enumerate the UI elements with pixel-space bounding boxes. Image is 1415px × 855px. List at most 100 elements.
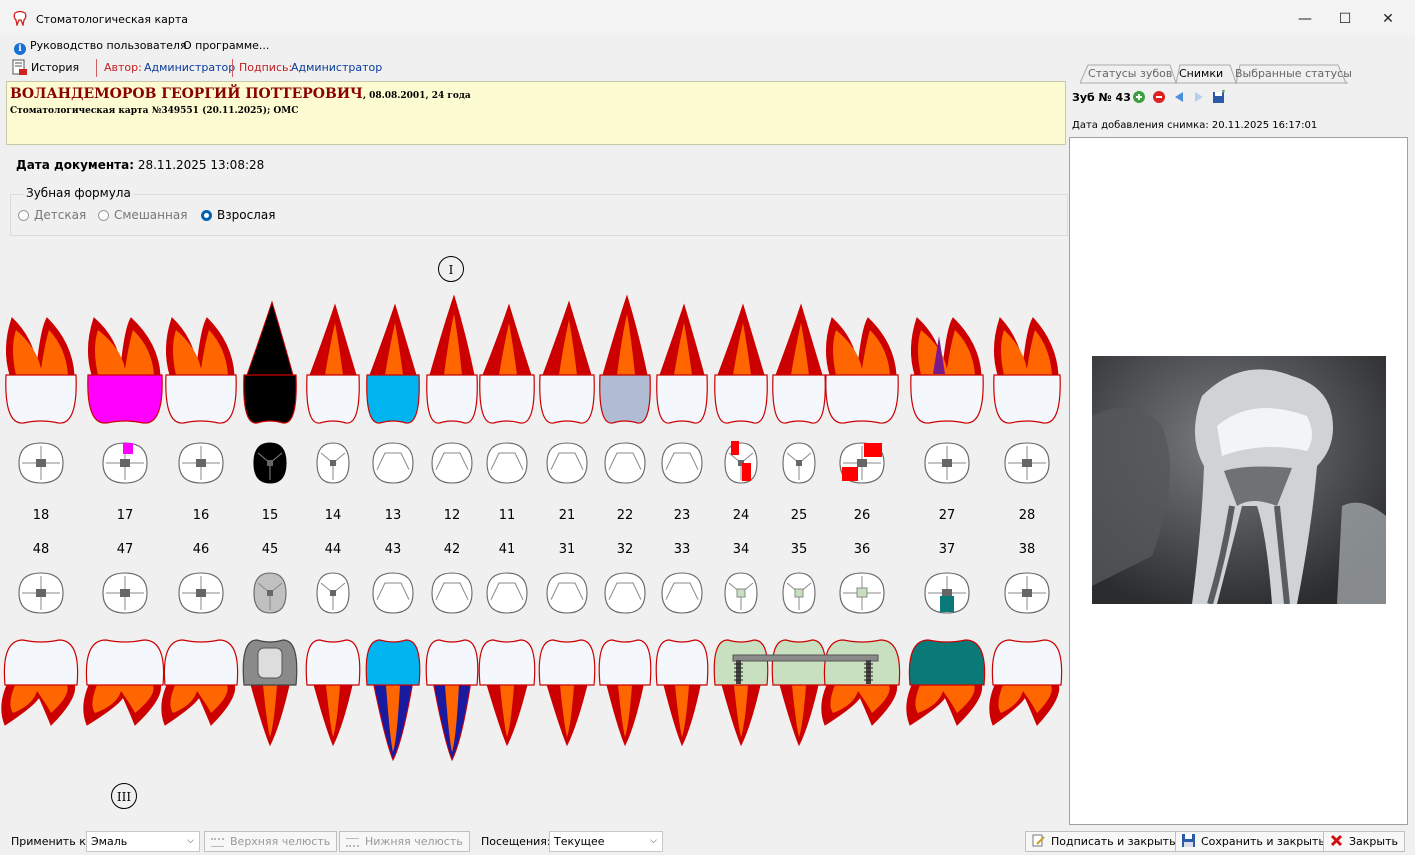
upper-tooth-number[interactable]: 11 [492,508,522,523]
lower-tooth-number[interactable]: 37 [932,542,962,557]
upper-tooth-21[interactable] [539,300,595,424]
lower-tooth-46[interactable] [161,639,239,726]
lower-tooth-number[interactable]: 34 [726,542,756,557]
upper-tooth-number[interactable]: 18 [26,508,56,523]
lower-tooth-number[interactable]: 44 [318,542,348,557]
upper-occlusal-27[interactable] [924,442,970,484]
upper-tooth-27[interactable] [910,317,984,424]
upper-occlusal-18[interactable] [18,442,64,484]
upper-tooth-16[interactable] [165,317,237,424]
lower-tooth-number[interactable]: 41 [492,542,522,557]
lower-tooth-33[interactable] [655,639,709,747]
lower-tooth-number[interactable]: 31 [552,542,582,557]
upper-tooth-12[interactable] [426,294,478,424]
upper-tooth-number[interactable]: 15 [255,508,285,523]
upper-occlusal-14[interactable] [316,442,350,484]
lower-occlusal-36[interactable] [839,572,885,614]
upper-tooth-number[interactable]: 14 [318,508,348,523]
upper-tooth-17[interactable] [87,317,163,424]
lower-occlusal-46[interactable] [178,572,224,614]
lower-occlusal-32[interactable] [604,572,646,614]
upper-tooth-number[interactable]: 28 [1012,508,1042,523]
upper-tooth-number[interactable]: 21 [552,508,582,523]
upper-jaw-button[interactable]: Верхняя челюсть [204,831,338,852]
lower-tooth-45[interactable] [242,639,298,747]
lower-tooth-32[interactable] [598,639,652,747]
lower-occlusal-34[interactable] [724,572,758,614]
upper-tooth-number[interactable]: 25 [784,508,814,523]
upper-occlusal-21[interactable] [546,442,588,484]
lower-occlusal-37[interactable] [924,572,970,614]
upper-tooth-26[interactable] [825,317,899,424]
upper-occlusal-12[interactable] [431,442,473,484]
upper-tooth-14[interactable] [306,303,360,424]
lower-occlusal-38[interactable] [1004,572,1050,614]
close-window-button[interactable]: ✕ [1368,8,1408,30]
upper-occlusal-17[interactable] [102,442,148,484]
upper-tooth-15[interactable] [243,300,297,424]
lower-tooth-number[interactable]: 42 [437,542,467,557]
lower-occlusal-35[interactable] [782,572,816,614]
upper-occlusal-13[interactable] [372,442,414,484]
upper-tooth-number[interactable]: 16 [186,508,216,523]
lower-tooth-number[interactable]: 32 [610,542,640,557]
lower-jaw-button[interactable]: Нижняя челюсть [339,831,470,852]
upper-tooth-25[interactable] [772,303,826,424]
lower-tooth-number[interactable]: 33 [667,542,697,557]
upper-tooth-number[interactable]: 12 [437,508,467,523]
upper-occlusal-28[interactable] [1004,442,1050,484]
tab-selected-statuses[interactable]: Выбранные статусы [1235,67,1352,80]
lower-tooth-number[interactable]: 46 [186,542,216,557]
lower-occlusal-41[interactable] [486,572,528,614]
lower-tooth-41[interactable] [478,639,536,747]
lower-occlusal-43[interactable] [372,572,414,614]
upper-occlusal-25[interactable] [782,442,816,484]
upper-tooth-11[interactable] [479,303,535,424]
minimize-button[interactable]: — [1285,8,1325,30]
upper-tooth-number[interactable]: 23 [667,508,697,523]
lower-occlusal-48[interactable] [18,572,64,614]
lower-occlusal-47[interactable] [102,572,148,614]
upper-tooth-number[interactable]: 22 [610,508,640,523]
lower-tooth-31[interactable] [538,639,596,747]
lower-tooth-44[interactable] [305,639,361,747]
add-image-icon[interactable] [1132,90,1146,104]
lower-tooth-number[interactable]: 35 [784,542,814,557]
upper-tooth-number[interactable]: 17 [110,508,140,523]
lower-tooth-number[interactable]: 38 [1012,542,1042,557]
lower-tooth-number[interactable]: 45 [255,542,285,557]
upper-tooth-number[interactable]: 27 [932,508,962,523]
maximize-button[interactable]: ☐ [1325,8,1365,30]
upper-tooth-22[interactable] [599,294,651,424]
lower-occlusal-33[interactable] [661,572,703,614]
upper-occlusal-22[interactable] [604,442,646,484]
save-image-icon[interactable] [1212,90,1226,104]
upper-tooth-number[interactable]: 26 [847,508,877,523]
apply-to-select[interactable]: Эмаль ⌵ [86,831,200,852]
tab-images[interactable]: Снимки [1179,67,1223,80]
upper-occlusal-11[interactable] [486,442,528,484]
next-image-icon[interactable] [1192,90,1206,104]
lower-occlusal-42[interactable] [431,572,473,614]
upper-tooth-24[interactable] [714,303,768,424]
remove-image-icon[interactable] [1152,90,1166,104]
lower-occlusal-44[interactable] [316,572,350,614]
upper-occlusal-24[interactable] [724,441,758,484]
lower-tooth-48[interactable] [1,639,79,726]
lower-tooth-number[interactable]: 36 [847,542,877,557]
upper-occlusal-15[interactable] [253,442,287,484]
save-and-close-button[interactable]: Сохранить и закрыть [1175,831,1332,852]
upper-tooth-number[interactable]: 24 [726,508,756,523]
lower-tooth-number[interactable]: 48 [26,542,56,557]
lower-tooth-38[interactable] [989,639,1063,726]
upper-occlusal-16[interactable] [178,442,224,484]
visits-select[interactable]: Текущее ⌵ [549,831,663,852]
close-button[interactable]: Закрыть [1323,831,1405,852]
lower-tooth-43[interactable] [365,639,421,762]
upper-occlusal-23[interactable] [661,442,703,484]
lower-tooth-number[interactable]: 47 [110,542,140,557]
upper-tooth-28[interactable] [993,317,1061,424]
previous-image-icon[interactable] [1172,90,1186,104]
upper-tooth-13[interactable] [366,303,420,424]
lower-occlusal-45[interactable] [253,572,287,614]
